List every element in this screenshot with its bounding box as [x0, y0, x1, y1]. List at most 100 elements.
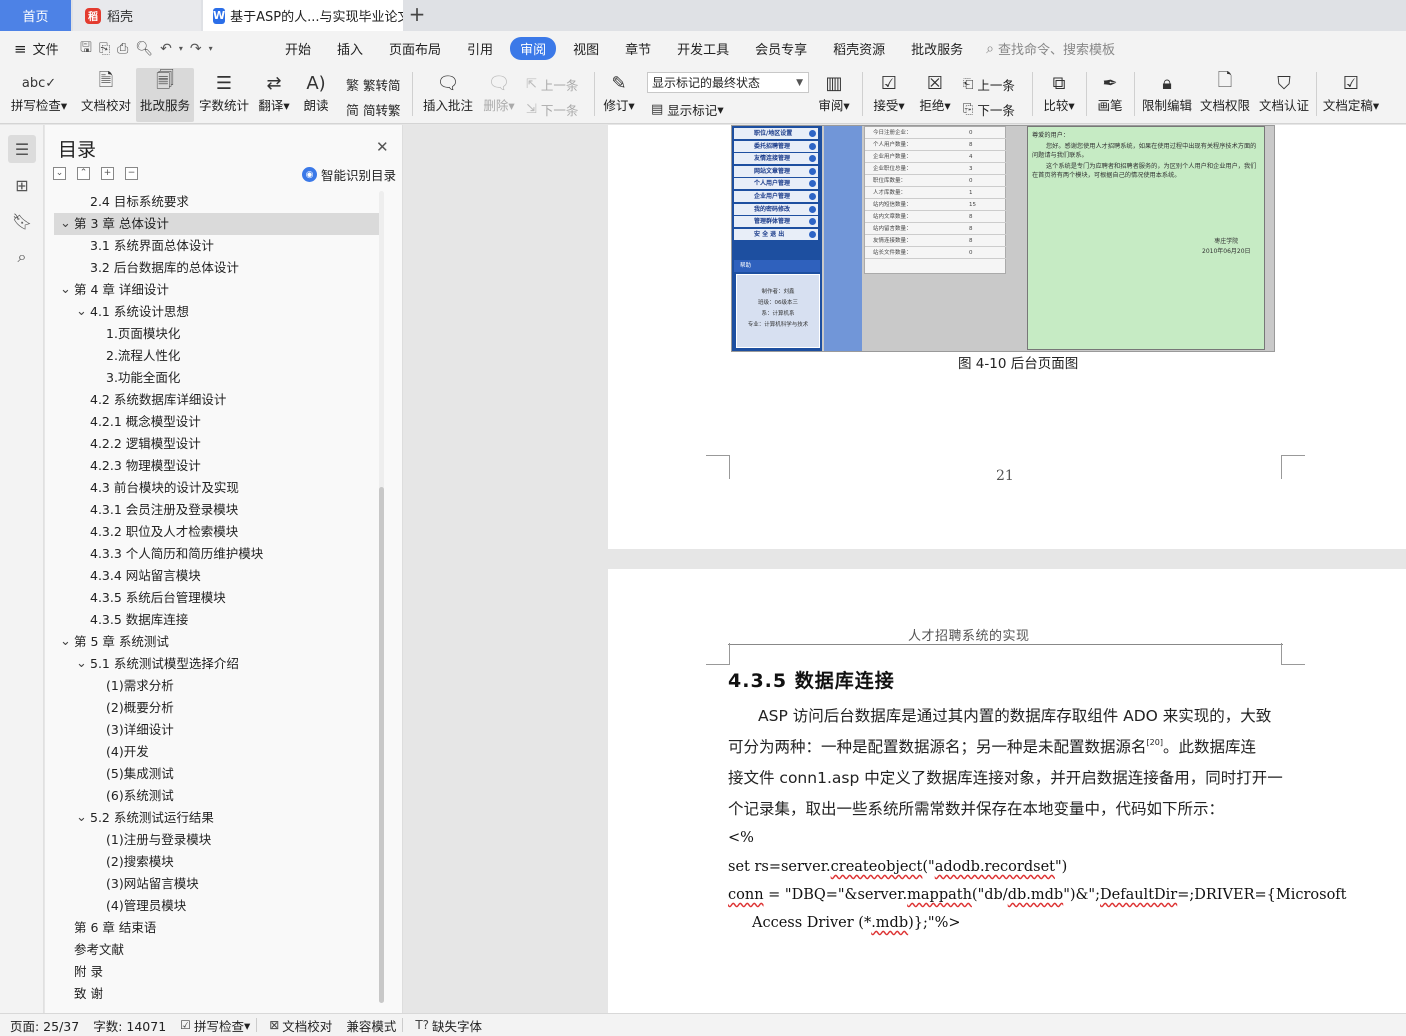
status-spell-check[interactable]: ☑ 拼写检查 ▾ [180, 1016, 250, 1035]
menu-tab-7[interactable]: 开发工具 [668, 37, 738, 60]
toc-item[interactable]: (4)开发 [54, 741, 379, 763]
add-heading-icon[interactable]: + [101, 167, 114, 180]
tab-home[interactable]: 首页 [0, 0, 71, 31]
delete-comment-button[interactable]: 🗨 删除▾ [480, 68, 518, 122]
toc-item[interactable]: 4.2 系统数据库详细设计 [54, 389, 379, 411]
toc-item[interactable]: ⌄ 5.2 系统测试运行结果 [54, 807, 379, 829]
save-icon[interactable]: 🖫 [80, 37, 92, 61]
simp-to-trad-button[interactable]: 简简转繁 [346, 99, 401, 119]
bookmark-icon[interactable]: 🔖︎ [8, 207, 36, 235]
next-change-button[interactable]: ⎘ 下一条 [963, 99, 1015, 119]
toc-item[interactable]: (4)管理员模块 [54, 895, 379, 917]
toc-item[interactable]: 第 6 章 结束语 [54, 917, 379, 939]
menu-tab-9[interactable]: 稻壳资源 [824, 37, 894, 60]
toc-item[interactable]: 4.2.2 逻辑模型设计 [54, 433, 379, 455]
toc-item[interactable]: 参考文献 [54, 939, 379, 961]
print-icon[interactable]: ⎙ [117, 41, 128, 57]
toc-item[interactable]: 3.2 后台数据库的总体设计 [54, 257, 379, 279]
undo-icon[interactable]: ↶ [160, 41, 172, 57]
spell-check-button[interactable]: abc✓ 拼写检查▾ [8, 68, 70, 122]
menu-tab-2[interactable]: 页面布局 [380, 37, 450, 60]
toc-item[interactable]: 4.3.5 数据库连接 [54, 609, 379, 631]
accept-button[interactable]: ☑ 接受▾ [868, 68, 910, 122]
file-menu[interactable]: ≡ 文件 [14, 39, 74, 59]
toc-item[interactable]: (6)系统测试 [54, 785, 379, 807]
toc-item[interactable]: 4.3.1 会员注册及登录模块 [54, 499, 379, 521]
toc-item[interactable]: 4.3.3 个人简历和简历维护模块 [54, 543, 379, 565]
restrict-edit-button[interactable]: 🔒︎ 限制编辑 [1140, 68, 1194, 122]
reject-button[interactable]: ☒ 拒绝▾ [914, 68, 956, 122]
redo-icon[interactable]: ↷ [190, 41, 202, 57]
status-doc-proof[interactable]: ⊠ 文档校对 [269, 1016, 332, 1035]
print-preview-icon[interactable]: 🔍︎ [135, 41, 153, 57]
show-markup-button[interactable]: ▤ 显示标记 ▾ [651, 99, 724, 119]
chevron-down-icon[interactable]: ⌄ [76, 653, 87, 675]
doc-proof-button[interactable]: 🗎 文档校对 [80, 68, 132, 122]
remove-heading-icon[interactable]: − [125, 167, 138, 180]
chevron-down-icon[interactable]: ⌄ [76, 301, 87, 323]
toc-item[interactable]: 2.4 目标系统要求 [54, 191, 379, 213]
toc-item[interactable]: 1.页面模块化 [54, 323, 379, 345]
chapter-nav-icon[interactable]: ⊞ [8, 171, 36, 199]
new-tab-icon[interactable]: + [406, 4, 428, 26]
read-aloud-button[interactable]: A) 朗读 [298, 68, 334, 122]
doc-certify-button[interactable]: ⛉ 文档认证 [1256, 68, 1312, 122]
pen-button[interactable]: ✒ 画笔 [1092, 68, 1128, 122]
toc-item[interactable]: (1)注册与登录模块 [54, 829, 379, 851]
toc-item[interactable]: 4.2.1 概念模型设计 [54, 411, 379, 433]
chevron-down-icon[interactable]: ⌄ [60, 213, 71, 235]
toc-item[interactable]: 3.1 系统界面总体设计 [54, 235, 379, 257]
word-count[interactable]: 字数: 14071 [93, 1016, 166, 1035]
toc-item[interactable]: (2)搜索模块 [54, 851, 379, 873]
smart-toc-button[interactable]: ◉ 智能识别目录 [302, 165, 396, 184]
command-search[interactable]: ⌕ 查找命令、搜索模板 [986, 39, 1115, 59]
expand-all-icon[interactable]: ⌃ [77, 167, 90, 180]
tab-document[interactable]: W 基于ASP的人...与实现毕业论文 [203, 0, 403, 31]
toc-item[interactable]: 4.3.2 职位及人才检索模块 [54, 521, 379, 543]
chevron-down-icon[interactable]: ⌄ [76, 807, 87, 829]
next-comment-button[interactable]: ⇲ 下一条 [526, 99, 578, 119]
doc-finalize-button[interactable]: ☑ 文档定稿▾ [1320, 68, 1382, 122]
menu-tab-3[interactable]: 引用 [458, 37, 502, 60]
menu-tab-6[interactable]: 章节 [616, 37, 660, 60]
toc-item[interactable]: 2.流程人性化 [54, 345, 379, 367]
track-changes-button[interactable]: ✎ 修订▾ [600, 68, 638, 122]
toc-item[interactable]: 附 录 [54, 961, 379, 983]
toc-scrollbar-thumb[interactable] [379, 487, 384, 1003]
review-pane-button[interactable]: ▥ 审阅▾ [814, 68, 854, 122]
toc-item[interactable]: 致 谢 [54, 983, 379, 1005]
insert-comment-button[interactable]: 🗨 插入批注 [420, 68, 476, 122]
toc-item[interactable]: ⌄ 5.1 系统测试模型选择介绍 [54, 653, 379, 675]
menu-tab-0[interactable]: 开始 [276, 37, 320, 60]
undo-dropdown-icon[interactable]: ▾ [179, 44, 183, 53]
menu-tab-5[interactable]: 视图 [564, 37, 608, 60]
toc-item[interactable]: ⌄ 4.1 系统设计思想 [54, 301, 379, 323]
prev-comment-button[interactable]: ⇱ 上一条 [526, 74, 578, 94]
menu-tab-1[interactable]: 插入 [328, 37, 372, 60]
toc-item[interactable]: (2)概要分析 [54, 697, 379, 719]
toc-item[interactable]: 3.功能全面化 [54, 367, 379, 389]
close-icon[interactable]: ✕ [376, 138, 389, 156]
tab-daoke[interactable]: 稻稻壳 [73, 0, 201, 31]
toc-item[interactable]: ⌄ 第 4 章 详细设计 [54, 279, 379, 301]
menu-tab-4[interactable]: 审阅 [510, 37, 557, 60]
export-pdf-icon[interactable]: ⎘ [99, 41, 110, 57]
compare-button[interactable]: ⧉ 比较▾ [1038, 68, 1080, 122]
toc-item[interactable]: ⌄ 第 5 章 系统测试 [54, 631, 379, 653]
chevron-down-icon[interactable]: ⌄ [60, 631, 71, 653]
word-count-button[interactable]: ☰ 字数统计 [198, 68, 250, 122]
toc-item[interactable]: 4.3.4 网站留言模块 [54, 565, 379, 587]
correction-service-button[interactable]: 🗐 批改服务 [136, 68, 194, 122]
prev-change-button[interactable]: ⎗ 上一条 [963, 74, 1015, 94]
document-canvas[interactable]: 职位/地区设置 委托招聘管理 友情连接管理 网站文章管理 个人用户管理 企业用户管理 我的密… [404, 125, 1406, 1013]
toc-panel-icon[interactable]: ☰ [8, 135, 36, 163]
toc-item[interactable]: 4.3.5 系统后台管理模块 [54, 587, 379, 609]
toc-item[interactable]: (3)网站留言模块 [54, 873, 379, 895]
markup-state-select[interactable]: 显示标记的最终状态 ▼ [647, 72, 809, 93]
toc-item[interactable]: 4.2.3 物理模型设计 [54, 455, 379, 477]
doc-permission-button[interactable]: 🗋 文档权限 [1198, 68, 1252, 122]
translate-button[interactable]: ⇄ 翻译▾ [254, 68, 294, 122]
toc-item[interactable]: (3)详细设计 [54, 719, 379, 741]
toc-item[interactable]: (1)需求分析 [54, 675, 379, 697]
menu-tab-8[interactable]: 会员专享 [746, 37, 816, 60]
